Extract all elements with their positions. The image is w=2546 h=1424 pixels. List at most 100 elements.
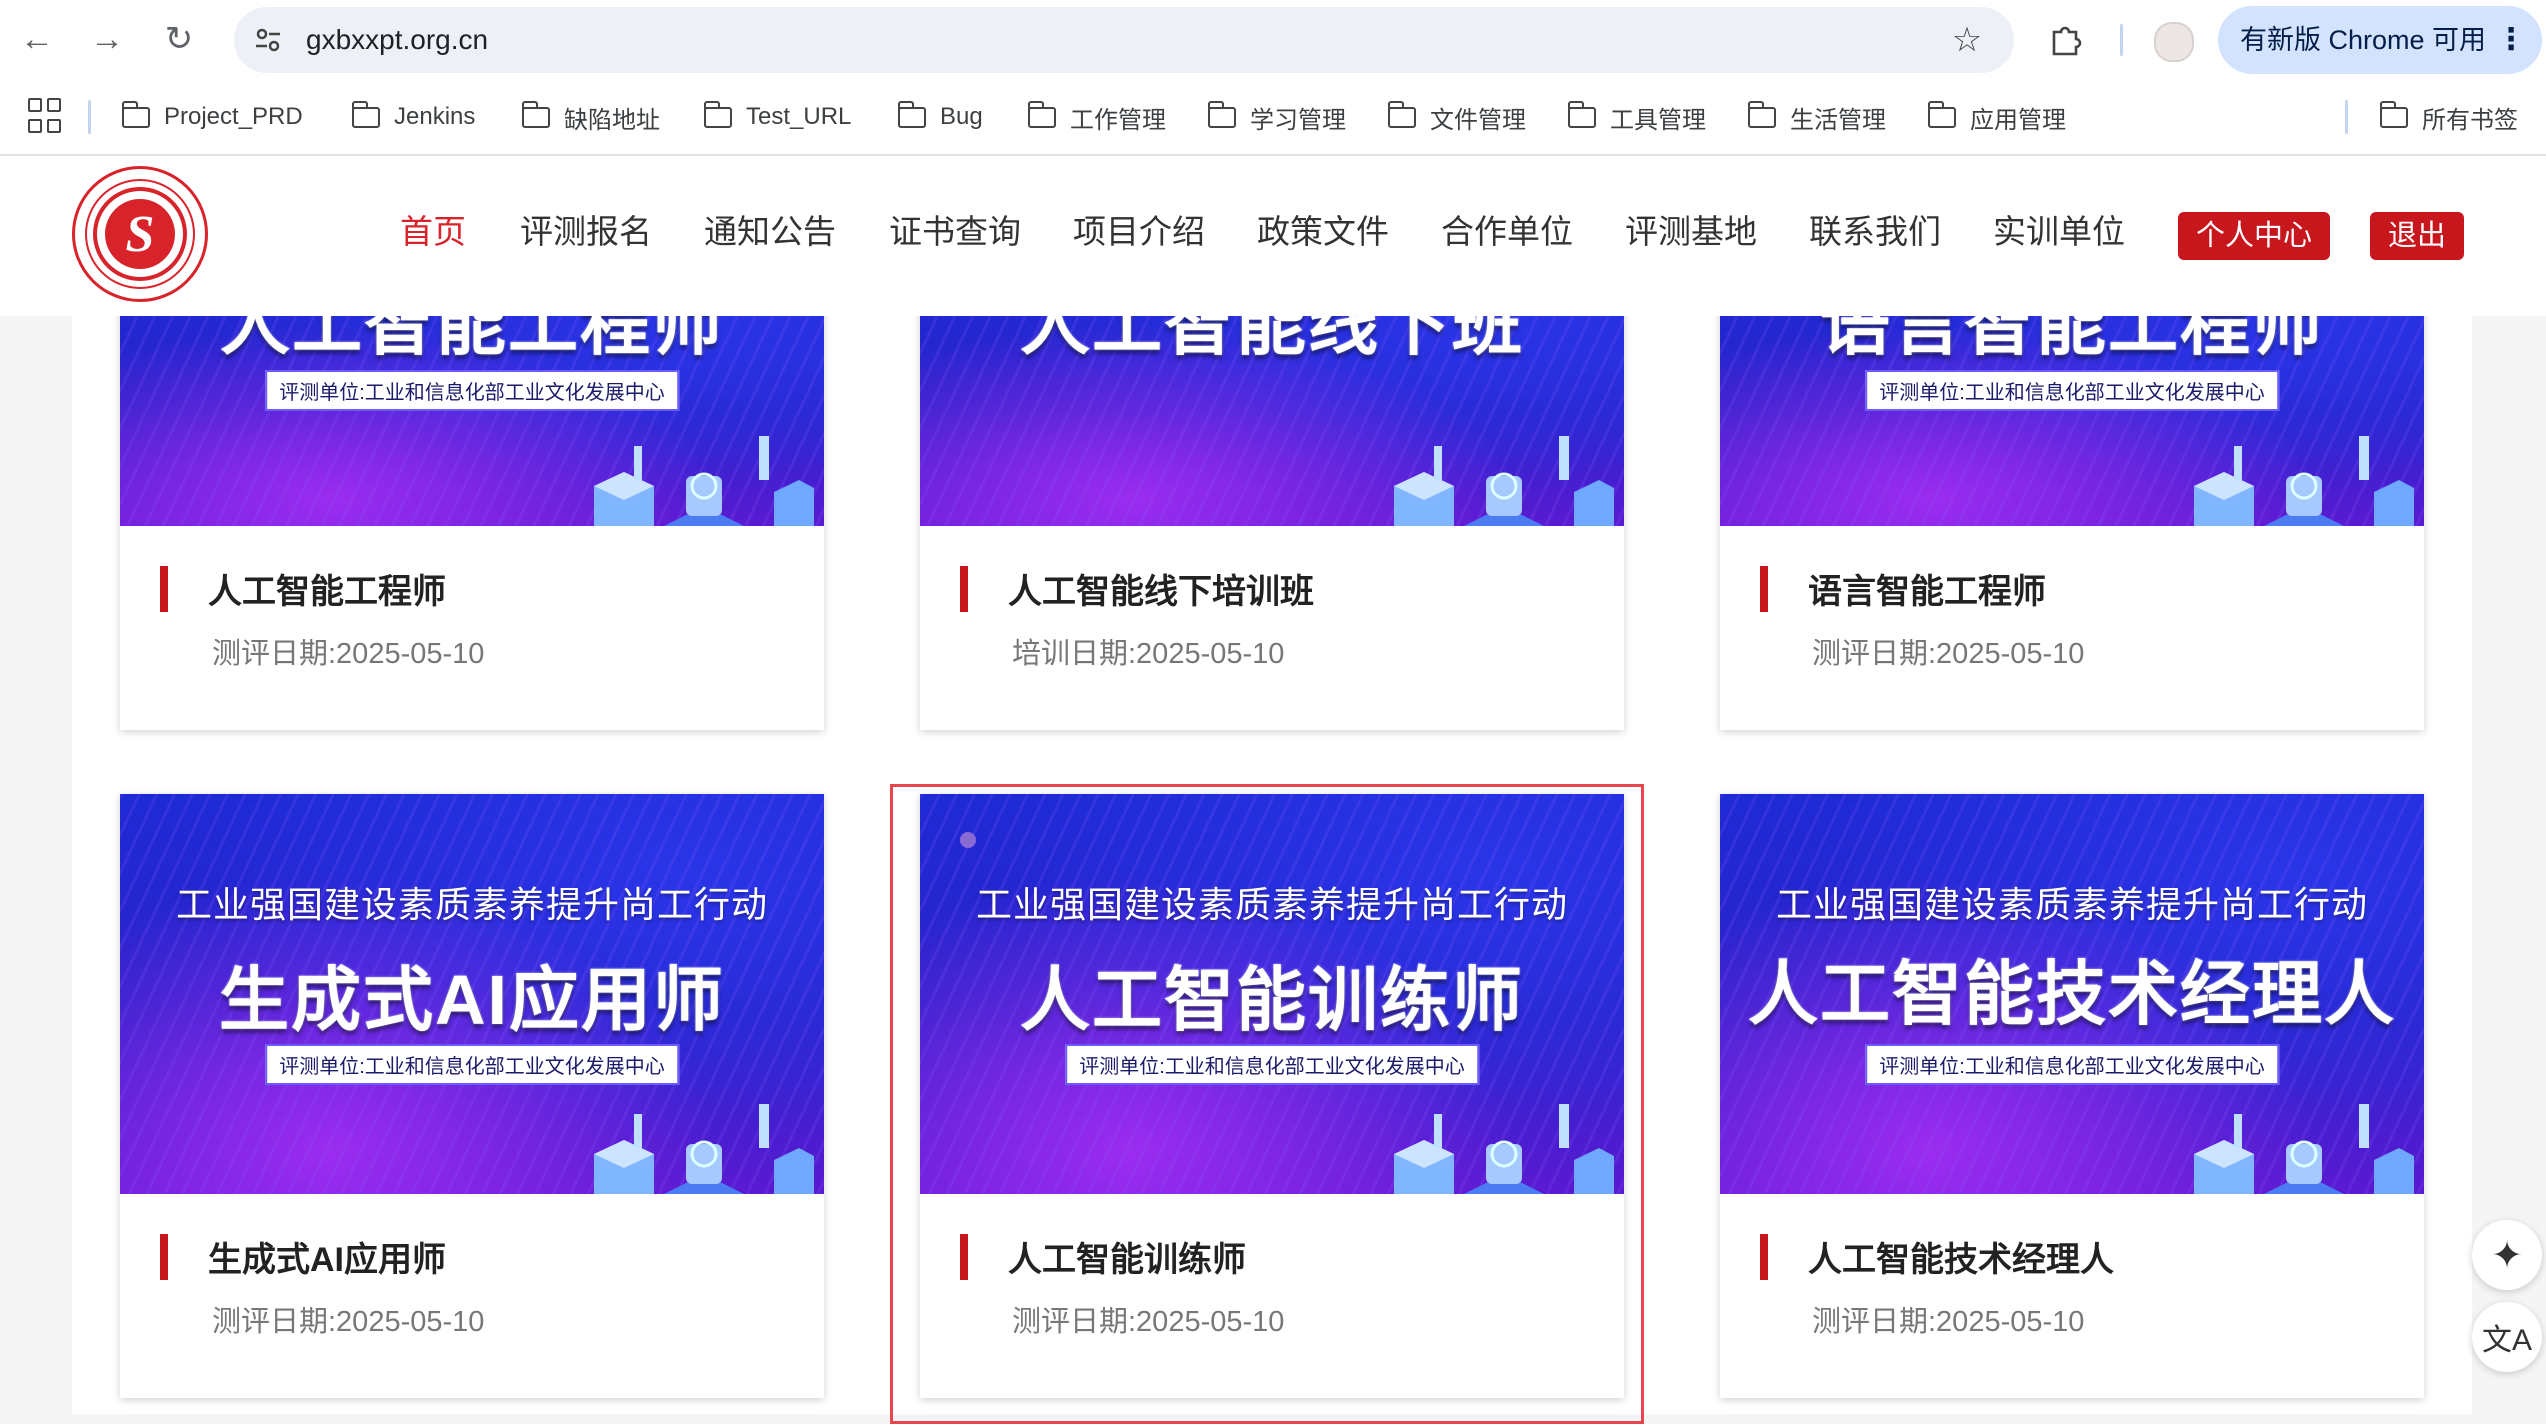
- folder-icon: [521, 100, 550, 128]
- bookmark-label: 生活管理: [1790, 106, 1886, 134]
- isometric-buildings-icon: [2194, 436, 2414, 526]
- nav-test-bases[interactable]: 评测基地: [1625, 156, 1757, 316]
- course-date: 测评日期:2025-05-10: [1812, 1306, 2085, 1338]
- bookmark-folder-test-url[interactable]: Test_URL: [703, 80, 852, 154]
- chrome-update-button[interactable]: 有新版 Chrome 可用 ⋮: [2218, 6, 2542, 74]
- nav-policy-files[interactable]: 政策文件: [1257, 156, 1389, 316]
- hover-highlight: [890, 784, 1644, 1424]
- bookmark-folder-work[interactable]: 工作管理: [1027, 80, 1166, 154]
- banner-title: 生成式AI应用师: [219, 961, 725, 1039]
- nav-home[interactable]: 首页: [400, 156, 466, 316]
- bookmarks-bar: Project_PRD Jenkins 缺陷地址 Test_URL Bug 工作…: [0, 80, 2546, 156]
- bookmark-label: Bug: [940, 103, 983, 130]
- course-date: 测评日期:2025-05-10: [212, 638, 485, 670]
- banner-title: 人工智能工程师: [220, 316, 724, 363]
- forward-icon[interactable]: →: [82, 14, 132, 64]
- reload-icon[interactable]: ↻: [154, 14, 204, 64]
- nav-training-units[interactable]: 实训单位: [1993, 156, 2125, 316]
- bookmark-folder-apps[interactable]: 应用管理: [1927, 80, 2066, 154]
- folder-icon: [1567, 100, 1596, 128]
- back-icon[interactable]: ←: [12, 14, 62, 64]
- course-banner-image: 工业强国建设素质素养提升尚工行动 生成式AI应用师 评测单位:工业和信息化部工业…: [120, 794, 824, 1194]
- ai-assistant-icon[interactable]: ✦: [2472, 1220, 2542, 1290]
- course-card[interactable]: 语言智能工程师 评测单位:工业和信息化部工业文化发展中心 语言智能工程师 测评日…: [1720, 316, 2424, 730]
- browser-toolbar: ← → ↻ gxbxxpt.org.cn ☆ 有新版 Chrome 可用 ⋮: [0, 0, 2546, 80]
- course-title[interactable]: 生成式AI应用师: [208, 1232, 446, 1281]
- extensions-icon[interactable]: [2040, 14, 2090, 64]
- course-card[interactable]: 人工智能工程师 评测单位:工业和信息化部工业文化发展中心 人工智能工程师 测评日…: [120, 316, 824, 730]
- course-card[interactable]: 人工智能线下班 人工智能线下培训班 培训日期:2025-05-10: [920, 316, 1624, 730]
- course-title[interactable]: 人工智能工程师: [208, 564, 446, 613]
- folder-icon: [2379, 100, 2408, 128]
- course-banner-image: 工业强国建设素质素养提升尚工行动 人工智能技术经理人 评测单位:工业和信息化部工…: [1720, 794, 2424, 1194]
- folder-icon: [1747, 100, 1776, 128]
- bookmark-folder-defect[interactable]: 缺陷地址: [521, 80, 660, 154]
- folder-icon: [351, 100, 380, 128]
- title-accent-bar: [1760, 566, 1768, 612]
- bookmark-folder-study[interactable]: 学习管理: [1207, 80, 1346, 154]
- card-body: 人工智能技术经理人 测评日期:2025-05-10: [1720, 1194, 2424, 1398]
- isometric-buildings-icon: [1394, 436, 1614, 526]
- all-bookmarks-label: 所有书签: [2422, 106, 2518, 134]
- isometric-buildings-icon: [594, 436, 814, 526]
- course-title[interactable]: 语言智能工程师: [1808, 564, 2046, 613]
- nav-announcements[interactable]: 通知公告: [704, 156, 836, 316]
- isometric-buildings-icon: [2194, 1104, 2414, 1194]
- card-body: 语言智能工程师 测评日期:2025-05-10: [1720, 526, 2424, 730]
- url-text[interactable]: gxbxxpt.org.cn: [306, 7, 488, 73]
- bookmark-folder-files[interactable]: 文件管理: [1387, 80, 1526, 154]
- course-card[interactable]: 工业强国建设素质素养提升尚工行动 生成式AI应用师 评测单位:工业和信息化部工业…: [120, 794, 824, 1398]
- translate-icon[interactable]: 文A: [2472, 1302, 2542, 1372]
- bookmark-folder-project-prd[interactable]: Project_PRD: [121, 80, 303, 154]
- bookmarks-separator: [2345, 100, 2348, 134]
- menu-dots-icon[interactable]: ⋮: [2496, 6, 2526, 74]
- bookmark-star-icon[interactable]: ☆: [1942, 15, 1992, 65]
- card-body: 人工智能工程师 测评日期:2025-05-10: [120, 526, 824, 730]
- card-body: 生成式AI应用师 测评日期:2025-05-10: [120, 1194, 824, 1398]
- course-banner-image: 人工智能线下班: [920, 316, 1624, 526]
- title-accent-bar: [160, 1234, 168, 1280]
- gear-logo-icon: S: [105, 199, 175, 269]
- logout-button[interactable]: 退出: [2370, 212, 2465, 260]
- bookmark-label: 文件管理: [1430, 106, 1526, 134]
- site-logo[interactable]: S: [72, 166, 208, 302]
- course-title[interactable]: 人工智能线下培训班: [1008, 564, 1314, 613]
- course-date: 测评日期:2025-05-10: [1812, 638, 2085, 670]
- personal-center-button[interactable]: 个人中心: [2178, 212, 2331, 260]
- title-accent-bar: [960, 566, 968, 612]
- banner-slogan: 工业强国建设素质素养提升尚工行动: [1775, 884, 2368, 925]
- bookmark-folder-life[interactable]: 生活管理: [1747, 80, 1886, 154]
- nav-partners[interactable]: 合作单位: [1441, 156, 1573, 316]
- folder-icon: [1027, 100, 1056, 128]
- course-title[interactable]: 人工智能技术经理人: [1808, 1232, 2114, 1281]
- bookmarks-separator: [88, 100, 91, 134]
- course-card[interactable]: 工业强国建设素质素养提升尚工行动 人工智能技术经理人 评测单位:工业和信息化部工…: [1720, 794, 2424, 1398]
- nav-contact[interactable]: 联系我们: [1809, 156, 1941, 316]
- title-accent-bar: [1760, 1234, 1768, 1280]
- banner-slogan: 工业强国建设素质素养提升尚工行动: [175, 884, 768, 925]
- banner-title: 人工智能线下班: [1020, 316, 1524, 363]
- title-accent-bar: [160, 566, 168, 612]
- nav-project-intro[interactable]: 项目介绍: [1073, 156, 1205, 316]
- nav-registration[interactable]: 评测报名: [520, 156, 652, 316]
- bookmark-folder-bug[interactable]: Bug: [897, 80, 983, 154]
- bookmark-folder-tools[interactable]: 工具管理: [1567, 80, 1706, 154]
- nav-certificate-query[interactable]: 证书查询: [889, 156, 1021, 316]
- profile-avatar[interactable]: [2154, 22, 2194, 62]
- banner-title: 人工智能技术经理人: [1748, 955, 2396, 1033]
- banner-title: 语言智能工程师: [1820, 316, 2324, 363]
- isometric-buildings-icon: [594, 1104, 814, 1194]
- apps-grid-icon[interactable]: [28, 98, 64, 134]
- folder-icon: [1387, 100, 1416, 128]
- site-header: S 首页 评测报名 通知公告 证书查询 项目介绍 政策文件 合作单位 评测基地 …: [0, 156, 2546, 316]
- all-bookmarks-button[interactable]: 所有书签: [2379, 80, 2518, 154]
- address-bar[interactable]: gxbxxpt.org.cn ☆: [234, 7, 2014, 73]
- bookmark-label: 工作管理: [1070, 106, 1166, 134]
- folder-icon: [703, 100, 732, 128]
- bookmark-label: Test_URL: [746, 103, 852, 130]
- banner-unit: 评测单位:工业和信息化部工业文化发展中心: [1865, 370, 2279, 411]
- site-info-icon[interactable]: [248, 20, 288, 60]
- bookmark-folder-jenkins[interactable]: Jenkins: [351, 80, 475, 154]
- folder-icon: [897, 100, 926, 128]
- banner-unit: 评测单位:工业和信息化部工业文化发展中心: [265, 370, 679, 411]
